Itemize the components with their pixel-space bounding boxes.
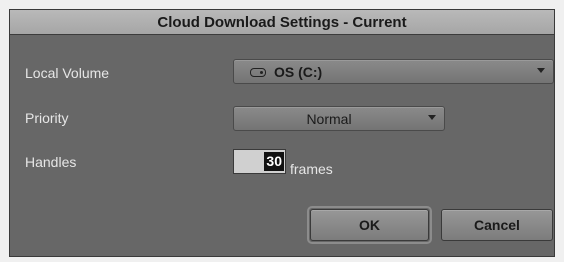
local-volume-value: OS (C:)	[250, 64, 322, 80]
priority-dropdown[interactable]: Normal	[233, 106, 445, 131]
handles-value: 30	[264, 152, 284, 171]
handles-unit-label: frames	[290, 161, 333, 177]
cloud-download-settings-dialog: Cloud Download Settings - Current Local …	[9, 9, 555, 257]
chevron-down-icon	[537, 68, 545, 73]
local-volume-text: OS (C:)	[274, 64, 323, 80]
priority-value: Normal	[306, 111, 352, 127]
handles-label: Handles	[25, 154, 77, 170]
priority-label: Priority	[25, 110, 69, 126]
handles-input[interactable]: 30	[233, 149, 286, 174]
drive-icon	[250, 67, 266, 77]
ok-button[interactable]: OK	[307, 206, 432, 244]
cancel-button[interactable]: Cancel	[441, 209, 553, 241]
dialog-title: Cloud Download Settings - Current	[10, 10, 554, 35]
chevron-down-icon	[428, 115, 436, 120]
local-volume-label: Local Volume	[25, 65, 110, 81]
local-volume-dropdown[interactable]: OS (C:)	[233, 59, 554, 84]
